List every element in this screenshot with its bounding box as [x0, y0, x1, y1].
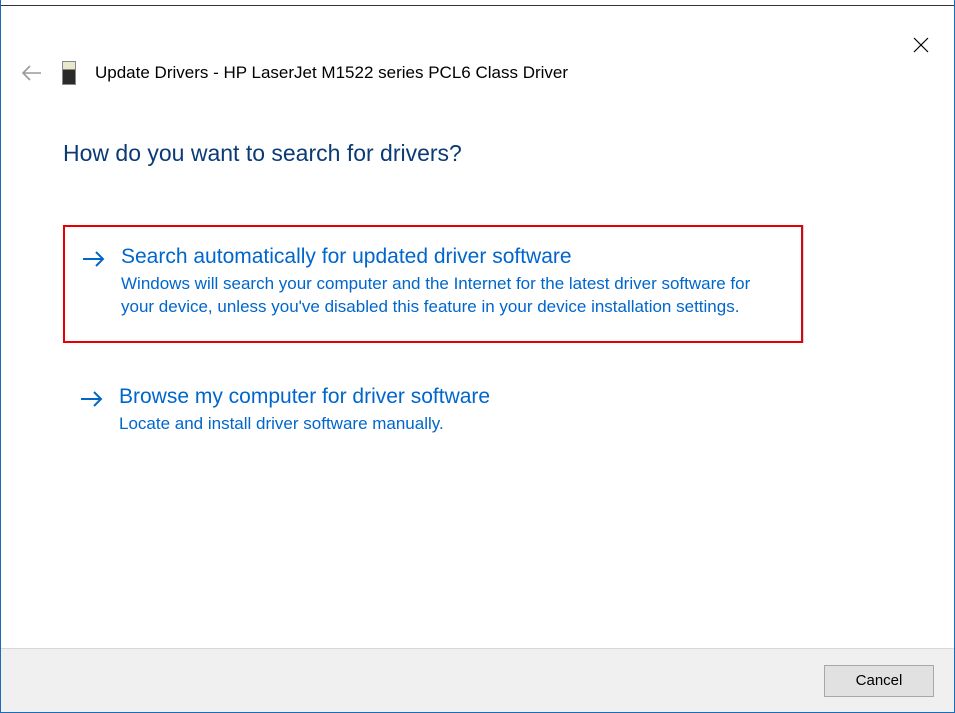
option-search-automatically[interactable]: Search automatically for updated driver …	[63, 225, 803, 343]
option-title: Browse my computer for driver software	[119, 385, 787, 409]
window-top-strip	[1, 0, 954, 6]
arrow-right-icon	[81, 245, 107, 319]
option-title: Search automatically for updated driver …	[121, 245, 785, 269]
close-icon	[913, 37, 929, 53]
back-button[interactable]	[21, 62, 43, 84]
arrow-right-icon	[79, 385, 105, 436]
option-description: Locate and install driver software manua…	[119, 413, 787, 436]
close-button[interactable]	[906, 30, 936, 60]
prompt-heading: How do you want to search for drivers?	[63, 140, 894, 167]
arrow-left-icon	[21, 65, 43, 81]
dialog-title: Update Drivers - HP LaserJet M1522 serie…	[95, 63, 568, 83]
device-icon	[63, 62, 75, 84]
dialog-header: Update Drivers - HP LaserJet M1522 serie…	[21, 62, 934, 84]
option-description: Windows will search your computer and th…	[121, 273, 785, 319]
cancel-button[interactable]: Cancel	[824, 665, 934, 697]
dialog-footer: Cancel	[1, 648, 954, 712]
option-browse-computer[interactable]: Browse my computer for driver software L…	[63, 367, 803, 458]
